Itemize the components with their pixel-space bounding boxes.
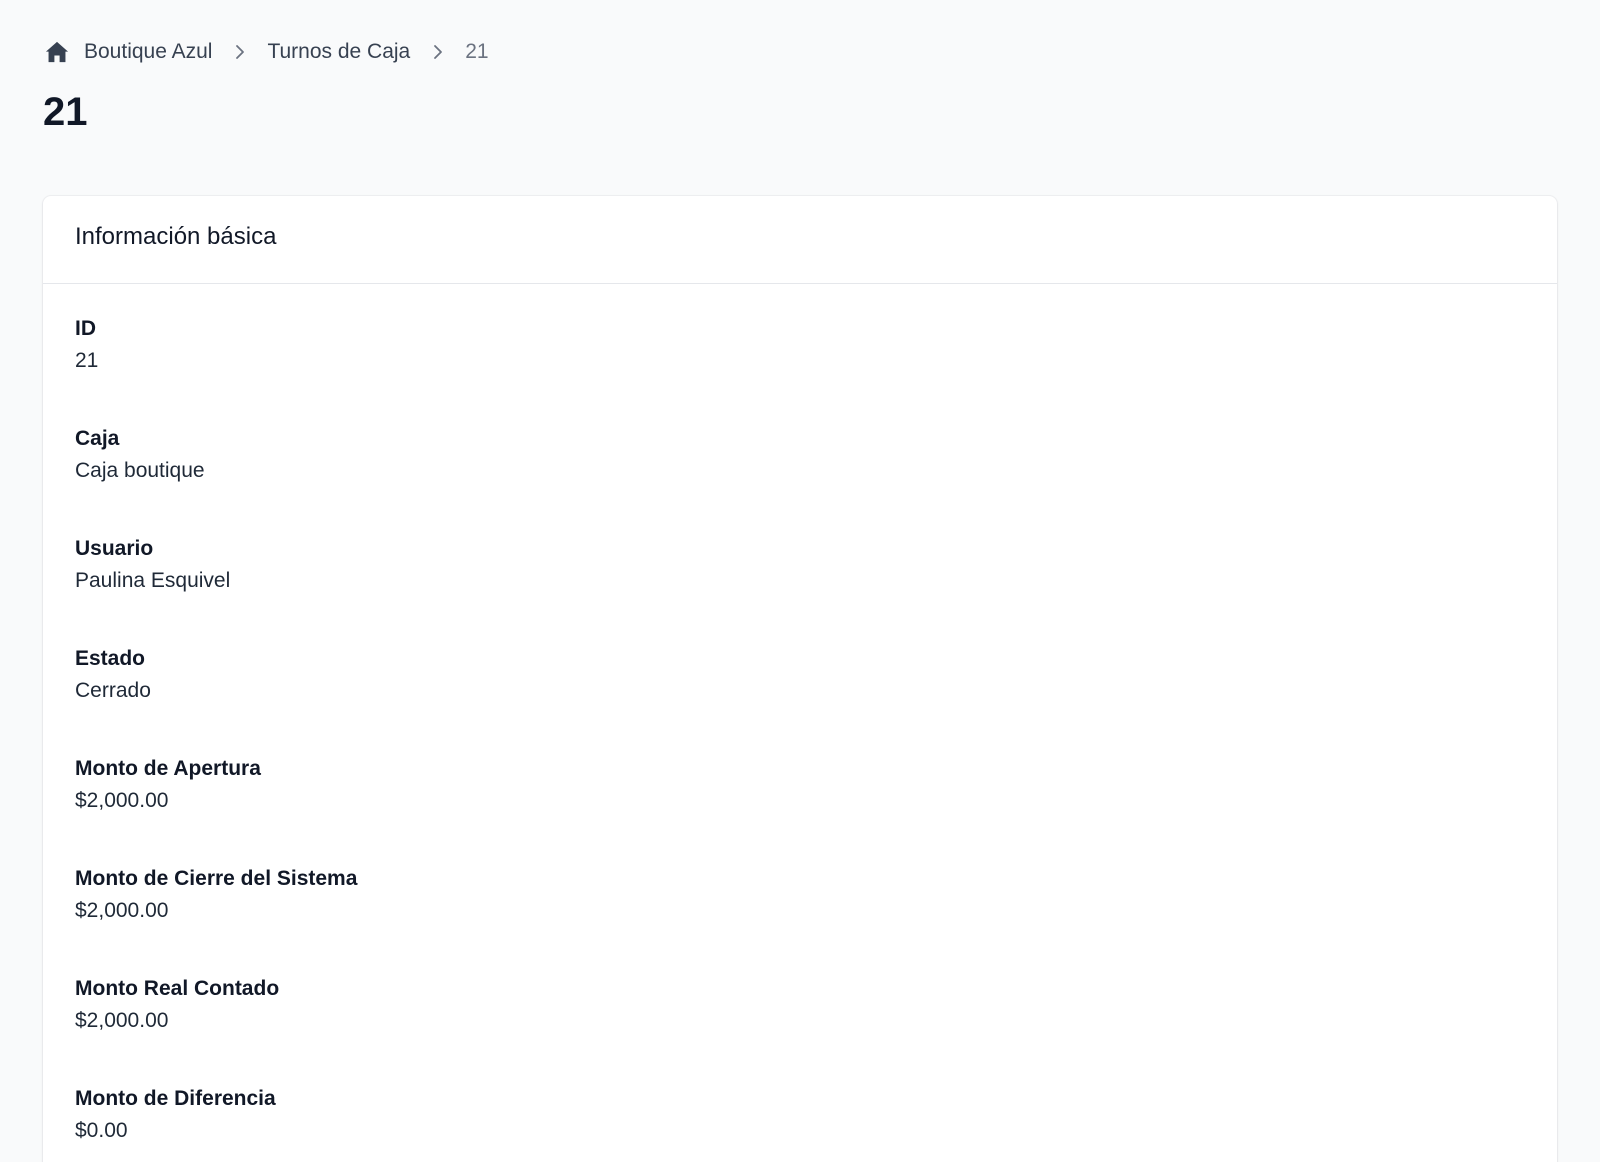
field-value: $2,000.00	[75, 899, 169, 922]
field-monto-diferencia: Monto de Diferencia $0.00	[75, 1084, 1525, 1162]
page: Boutique Azul Turnos de Caja 21 21 Infor…	[0, 0, 1600, 1162]
chevron-right-icon	[230, 42, 250, 62]
field-label: Usuario	[75, 537, 154, 560]
field-value: $2,000.00	[75, 789, 169, 812]
field-value: Cerrado	[75, 679, 151, 702]
chevron-right-icon	[428, 42, 448, 62]
field-monto-apertura: Monto de Apertura $2,000.00	[75, 754, 1525, 862]
field-caja: Caja Caja boutique	[75, 424, 1525, 532]
page-title: 21	[43, 90, 88, 134]
field-value: $2,000.00	[75, 1009, 169, 1032]
field-monto-real-contado: Monto Real Contado $2,000.00	[75, 974, 1525, 1082]
field-monto-cierre-sistema: Monto de Cierre del Sistema $2,000.00	[75, 864, 1525, 972]
field-label: Monto Real Contado	[75, 977, 280, 1000]
field-label: Monto de Apertura	[75, 757, 261, 780]
basic-info-card: Información básica ID 21 Caja Caja bouti…	[43, 196, 1557, 1162]
field-value: Caja boutique	[75, 459, 205, 482]
breadcrumb: Boutique Azul Turnos de Caja 21	[44, 36, 489, 68]
field-list: ID 21 Caja Caja boutique Usuario Paulina…	[43, 284, 1557, 1162]
breadcrumb-link-turnos-de-caja[interactable]: Turnos de Caja	[267, 40, 410, 64]
breadcrumb-current: 21	[465, 40, 489, 63]
field-value: $0.00	[75, 1119, 128, 1142]
card-title: Información básica	[75, 223, 277, 250]
field-value: 21	[75, 349, 99, 372]
field-estado: Estado Cerrado	[75, 644, 1525, 752]
card-header: Información básica	[43, 196, 1557, 284]
field-label: Estado	[75, 647, 146, 670]
field-label: Monto de Cierre del Sistema	[75, 867, 358, 890]
field-usuario: Usuario Paulina Esquivel	[75, 534, 1525, 642]
breadcrumb-link-boutique-azul[interactable]: Boutique Azul	[84, 40, 212, 64]
field-id: ID 21	[75, 314, 1525, 422]
field-label: Caja	[75, 427, 120, 450]
field-value: Paulina Esquivel	[75, 569, 231, 592]
home-icon[interactable]	[44, 39, 70, 65]
field-label: ID	[75, 317, 96, 340]
field-label: Monto de Diferencia	[75, 1087, 276, 1110]
